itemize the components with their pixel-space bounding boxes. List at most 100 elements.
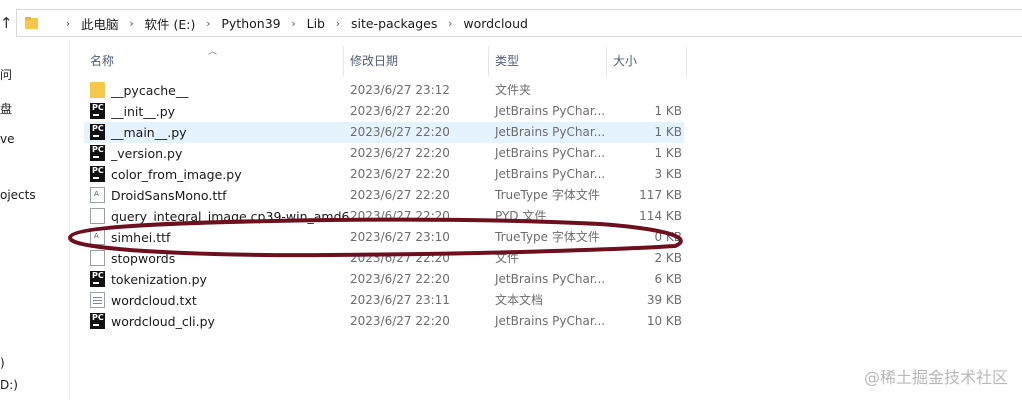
text-file-icon (90, 292, 105, 308)
file-size: 117 KB (639, 188, 682, 202)
chevron-right-icon[interactable]: › (437, 17, 463, 30)
file-row[interactable]: tokenization.py 2023/6/27 22:20 JetBrain… (84, 269, 684, 290)
breadcrumb-item-lib[interactable]: Lib (307, 16, 325, 31)
breadcrumb: › 此电脑 › 软件 (E:) › Python39 › Lib › site-… (55, 10, 528, 36)
pycharm-file-icon (90, 103, 105, 119)
pycharm-file-icon (90, 145, 105, 161)
chevron-right-icon[interactable]: › (281, 17, 307, 30)
file-name: tokenization.py (111, 272, 207, 287)
file-size: 39 KB (646, 293, 682, 307)
file-size: 3 KB (654, 167, 682, 181)
column-header-name[interactable]: 名称 (84, 46, 344, 76)
nav-item[interactable]: D:) (0, 378, 18, 392)
file-date: 2023/6/27 22:20 (350, 146, 450, 160)
chevron-right-icon[interactable]: › (325, 17, 351, 30)
file-type: 文本文档 (495, 293, 544, 307)
file-name: DroidSansMono.ttf (111, 188, 227, 203)
file-date: 2023/6/27 22:20 (350, 125, 450, 139)
address-field[interactable]: › 此电脑 › 软件 (E:) › Python39 › Lib › site-… (16, 9, 1022, 37)
file-name: query_integral_image.cp39-win_amd6 (111, 209, 350, 224)
file-date: 2023/6/27 22:20 (350, 188, 450, 202)
breadcrumb-item-drive[interactable]: 软件 (E:) (145, 14, 196, 33)
font-file-icon (90, 187, 105, 203)
file-name: stopwords (111, 251, 176, 266)
font-file-icon (90, 229, 105, 245)
pycharm-file-icon (90, 166, 105, 182)
folder-icon (25, 17, 38, 29)
file-size: 6 KB (654, 272, 682, 286)
file-date: 2023/6/27 23:10 (350, 230, 450, 244)
file-row[interactable]: DroidSansMono.ttf 2023/6/27 22:20 TrueTy… (84, 185, 684, 206)
file-type: TrueType 字体文件 (495, 230, 600, 244)
file-row[interactable]: color_from_image.py 2023/6/27 22:20 JetB… (84, 164, 684, 185)
breadcrumb-item-site-packages[interactable]: site-packages (351, 16, 437, 31)
column-header-type[interactable]: 类型 (489, 46, 607, 76)
file-size: 0 KB (654, 230, 682, 244)
file-type: JetBrains PyChar... (495, 125, 606, 139)
file-row[interactable]: simhei.ttf 2023/6/27 23:10 TrueType 字体文件… (84, 227, 684, 248)
file-name: __init__.py (111, 104, 176, 119)
file-name: wordcloud.txt (111, 293, 197, 308)
file-size: 1 KB (654, 146, 682, 160)
file-date: 2023/6/27 22:20 (350, 314, 450, 328)
file-size: 2 KB (654, 251, 682, 265)
file-name: simhei.ttf (111, 230, 171, 245)
file-date: 2023/6/27 22:20 (350, 104, 450, 118)
up-arrow-icon[interactable]: ↑ (0, 12, 14, 34)
file-name: __pycache__ (111, 83, 189, 98)
file-size: 10 KB (646, 314, 682, 328)
file-row[interactable]: wordcloud_cli.py 2023/6/27 22:20 JetBrai… (84, 311, 684, 332)
chevron-right-icon[interactable]: › (119, 17, 145, 30)
nav-item[interactable]: ve (0, 132, 14, 146)
chevron-right-icon[interactable]: › (195, 17, 221, 30)
file-date: 2023/6/27 22:20 (350, 209, 450, 223)
navigation-pane: 问 盘 ve ojects ) D:) (0, 40, 70, 400)
file-type: 文件 (495, 251, 520, 265)
file-name: __main__.py (111, 125, 187, 140)
file-type: JetBrains PyChar... (495, 146, 606, 160)
file-size: 1 KB (654, 125, 682, 139)
file-row[interactable]: __init__.py 2023/6/27 22:20 JetBrains Py… (84, 101, 684, 122)
file-row[interactable]: __main__.py 2023/6/27 22:20 JetBrains Py… (84, 122, 684, 143)
breadcrumb-item-this-pc[interactable]: 此电脑 (81, 14, 119, 33)
pycharm-file-icon (90, 313, 105, 329)
watermark: @稀土掘金技术社区 (863, 368, 1008, 387)
file-row[interactable]: wordcloud.txt 2023/6/27 23:11 文本文档 39 KB (84, 290, 684, 311)
chevron-right-icon[interactable]: › (55, 17, 81, 30)
file-type: JetBrains PyChar... (495, 314, 606, 328)
generic-file-icon (90, 208, 105, 224)
address-bar: ↑ › 此电脑 › 软件 (E:) › Python39 › Lib › sit… (0, 8, 1022, 38)
file-type: JetBrains PyChar... (495, 104, 606, 118)
folder-icon (90, 82, 105, 98)
file-date: 2023/6/27 23:11 (350, 293, 450, 307)
file-size: 114 KB (639, 209, 682, 223)
file-name: color_from_image.py (111, 167, 242, 182)
breadcrumb-item-wordcloud[interactable]: wordcloud (463, 16, 528, 31)
nav-item[interactable]: 问 (0, 66, 12, 83)
file-date: 2023/6/27 22:20 (350, 251, 450, 265)
file-type: TrueType 字体文件 (495, 188, 600, 202)
file-type: JetBrains PyChar... (495, 272, 606, 286)
file-date: 2023/6/27 22:20 (350, 272, 450, 286)
file-name: wordcloud_cli.py (111, 314, 215, 329)
file-type: JetBrains PyChar... (495, 167, 606, 181)
file-row[interactable]: query_integral_image.cp39-win_amd6 2023/… (84, 206, 684, 227)
column-header-size[interactable]: 大小 (607, 46, 687, 76)
file-type: 文件夹 (495, 83, 532, 97)
file-type: PYD 文件 (495, 209, 547, 223)
file-row[interactable]: _version.py 2023/6/27 22:20 JetBrains Py… (84, 143, 684, 164)
nav-item[interactable]: ojects (0, 188, 36, 202)
file-row[interactable]: stopwords 2023/6/27 22:20 文件 2 KB (84, 248, 684, 269)
file-date: 2023/6/27 23:12 (350, 83, 450, 97)
file-date: 2023/6/27 22:20 (350, 167, 450, 181)
pycharm-file-icon (90, 271, 105, 287)
pycharm-file-icon (90, 124, 105, 140)
generic-file-icon (90, 250, 105, 266)
file-size: 1 KB (654, 104, 682, 118)
file-row[interactable]: __pycache__ 2023/6/27 23:12 文件夹 (84, 80, 684, 101)
nav-item[interactable]: 盘 (0, 100, 12, 117)
column-header-date[interactable]: 修改日期 (344, 46, 489, 76)
file-name: _version.py (111, 146, 183, 161)
breadcrumb-item-python39[interactable]: Python39 (221, 16, 280, 31)
nav-item[interactable]: ) (0, 356, 5, 370)
